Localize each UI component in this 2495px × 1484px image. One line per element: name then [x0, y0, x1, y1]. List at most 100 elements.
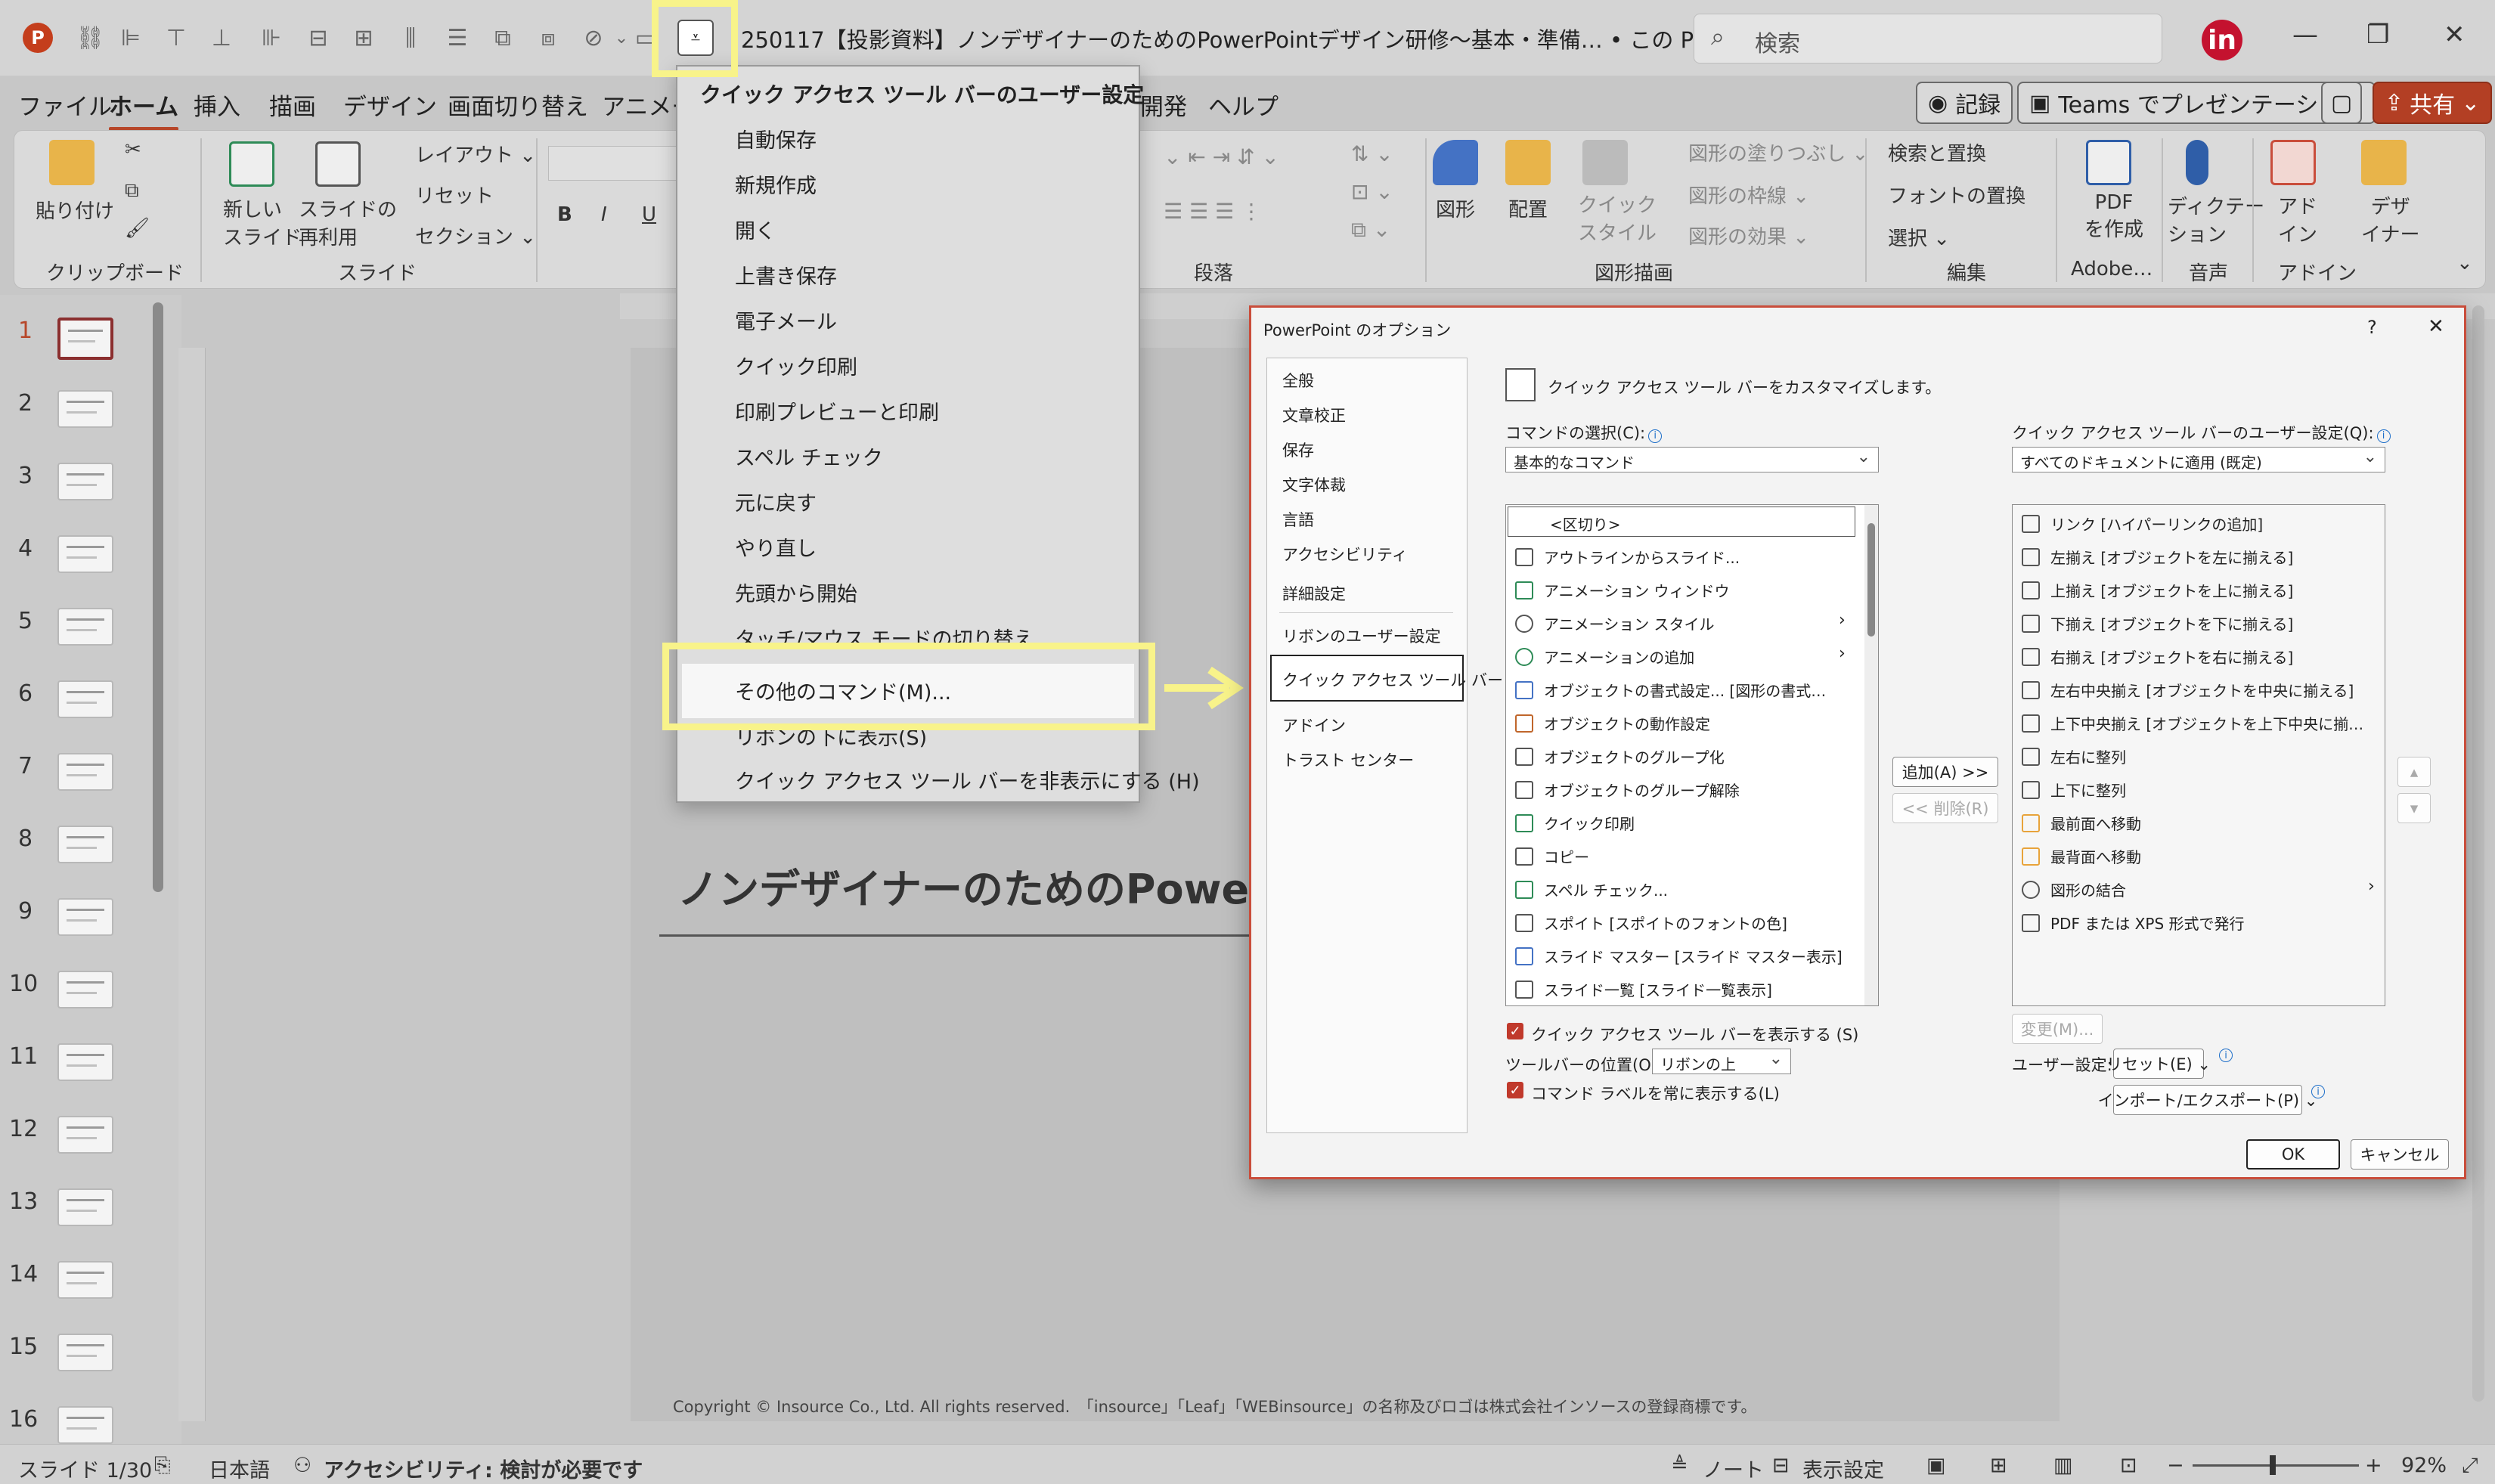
cancel-button[interactable]: キャンセル [2351, 1139, 2449, 1170]
accessibility-icon[interactable]: ⚇ [293, 1454, 311, 1477]
slideshow-icon[interactable]: ⊡ [2120, 1454, 2137, 1477]
shape-fill-button[interactable]: 図形の塗りつぶし ⌄ [1688, 138, 1868, 166]
nav-proofing[interactable]: 文章校正 [1282, 404, 1346, 426]
shape-icon[interactable] [1433, 140, 1478, 185]
show-qat-checkbox[interactable]: ✓ [1507, 1023, 1523, 1039]
list-item[interactable]: アニメーション スタイル [1515, 612, 1715, 634]
qat-align-bottom-icon[interactable]: ⊥ [204, 21, 239, 54]
move-down-button[interactable]: ▾ [2397, 793, 2431, 823]
shape-outline-button[interactable]: 図形の枠線 ⌄ [1688, 181, 1809, 209]
slide-thumbnail[interactable] [57, 1261, 113, 1299]
close-window-icon[interactable]: ✕ [2444, 20, 2466, 50]
list-item[interactable]: スペル チェック... [1515, 878, 1668, 900]
list-item[interactable]: クイック印刷 [1515, 812, 1635, 834]
qat-distribute-h-icon[interactable]: ⫼ [393, 21, 428, 54]
list-item[interactable]: オブジェクトのグループ化 [1515, 745, 1725, 767]
qat-align-right-icon[interactable]: ⊪ [254, 21, 289, 54]
qat-link-icon[interactable]: ⛓ [73, 21, 107, 54]
list-item[interactable]: 最前面へ移動 [2022, 812, 2141, 834]
thumbnails-scrollbar[interactable] [153, 302, 163, 892]
zoom-slider-thumb[interactable] [2270, 1455, 2276, 1475]
slide-thumbnail[interactable] [57, 826, 113, 863]
reuse-slide-icon[interactable] [315, 141, 361, 187]
slide-thumbnail[interactable] [57, 463, 113, 500]
arrange-button[interactable]: 配置 [1508, 194, 1548, 222]
addin-icon[interactable] [2270, 140, 2316, 185]
nav-quick-access-toolbar[interactable]: クイック アクセス ツール バー [1282, 668, 1503, 691]
qat-align-center-icon[interactable]: ⊟ [301, 21, 336, 54]
addin-button[interactable]: アド イン [2278, 191, 2317, 247]
menu-item-print-preview[interactable]: 印刷プレビューと印刷 [735, 396, 939, 426]
display-settings-button[interactable]: 表示設定 [1802, 1454, 1884, 1483]
share-button[interactable]: ⇪ 共有 ⌄ [2373, 82, 2493, 124]
bold-icon[interactable]: B [557, 203, 572, 226]
slide-sorter-icon[interactable]: ⊞ [1990, 1454, 2007, 1477]
slide-thumbnail[interactable] [57, 535, 113, 573]
menu-item-undo[interactable]: 元に戻す [735, 487, 817, 516]
qat-send-back-icon[interactable]: ⧈ [531, 21, 566, 54]
new-slide-button[interactable]: 新しい スライド [223, 194, 302, 250]
slide-thumbnail[interactable] [57, 1188, 113, 1226]
search-box[interactable]: ⌕ 検索 [1694, 14, 2162, 64]
list-item[interactable]: オブジェクトの動作設定 [1515, 712, 1710, 734]
restore-icon[interactable]: ❐ [2366, 20, 2389, 50]
paragraph-align-tools[interactable]: ☰ ☰ ☰ ⋮ [1164, 199, 1262, 224]
menu-item-new[interactable]: 新規作成 [735, 169, 817, 199]
import-export-button[interactable]: インポート/エクスポート(P) ⌄ [2098, 1085, 2317, 1115]
italic-icon[interactable]: I [601, 203, 607, 226]
qat-merge-shapes-icon[interactable]: ⊘ [576, 21, 611, 54]
qat-align-top-icon[interactable]: ⊤ [159, 21, 194, 54]
list-item[interactable]: 左右に整列 [2022, 745, 2126, 767]
list-item[interactable]: 最背面へ移動 [2022, 845, 2141, 867]
list-item[interactable]: オブジェクトの書式設定... [図形の書式… [1515, 679, 1826, 701]
new-slide-icon[interactable] [229, 141, 274, 187]
tab-help[interactable]: ヘルプ [1208, 88, 1278, 122]
menu-item-autosave[interactable]: 自動保存 [735, 124, 817, 153]
pdf-icon[interactable] [2086, 140, 2131, 185]
qat-more-icon[interactable]: ⌄ [611, 21, 632, 54]
tab-developer[interactable]: 開発 [1140, 88, 1187, 122]
list-item[interactable]: スポイト [スポイトのフォントの色] [1515, 912, 1787, 934]
document-title[interactable]: 250117【投影資料】ノンデザイナーのためのPowerPointデザイン研修～… [741, 23, 1851, 54]
menu-item-quick-print[interactable]: クイック印刷 [735, 351, 857, 380]
toolbar-position-select[interactable]: リボンの上 [1652, 1049, 1791, 1074]
select-button[interactable]: 選択 ⌄ [1888, 223, 1950, 251]
nav-trust-center[interactable]: トラスト センター [1282, 748, 1414, 771]
menu-item-hide-qat[interactable]: クイック アクセス ツール バーを非表示にする (H) [735, 765, 1200, 795]
fit-slide-icon[interactable]: ⤢ [2462, 1454, 2478, 1478]
paragraph-tools[interactable]: ⌄ ⇤ ⇥ ⇵ ⌄ [1164, 144, 1279, 169]
avatar[interactable]: in [2202, 20, 2242, 60]
list-item[interactable]: <区切り> [1550, 513, 1621, 534]
ok-button[interactable]: OK [2246, 1139, 2340, 1170]
font-replace-button[interactable]: フォントの置換 [1888, 181, 2025, 209]
font-name-box[interactable] [548, 146, 684, 181]
slide-thumbnail[interactable] [57, 390, 113, 428]
slide-thumbnail[interactable] [57, 1334, 113, 1371]
align-text-icon[interactable]: ⊡ ⌄ [1351, 179, 1393, 204]
nav-typography[interactable]: 文字体裁 [1282, 473, 1346, 496]
list-item[interactable]: 下揃え [オブジェクトを下に揃える] [2022, 612, 2293, 634]
tab-draw[interactable]: 描画 [269, 88, 316, 122]
tab-transitions[interactable]: 画面切り替え [448, 88, 588, 122]
quick-style-button[interactable]: クイック スタイル [1578, 190, 1657, 246]
list-item[interactable]: コピー [1515, 845, 1589, 867]
tab-insert[interactable]: 挿入 [194, 88, 240, 122]
quick-style-icon[interactable] [1582, 140, 1628, 185]
nav-accessibility[interactable]: アクセシビリティ [1282, 543, 1408, 565]
paste-button[interactable]: 貼り付け [36, 196, 114, 224]
qat-align-left-icon[interactable]: ⊫ [113, 21, 148, 54]
language-indicator[interactable]: 日本語 [209, 1454, 270, 1483]
menu-item-email[interactable]: 電子メール [735, 305, 837, 335]
nav-advanced[interactable]: 詳細設定 [1282, 582, 1346, 605]
slide-thumbnail[interactable] [57, 1043, 113, 1081]
tab-file[interactable]: ファイル [18, 88, 112, 122]
nav-customize-ribbon[interactable]: リボンのユーザー設定 [1282, 624, 1441, 647]
cut-icon[interactable]: ✂ [125, 138, 141, 161]
list-item[interactable]: アニメーションの追加 [1515, 646, 1694, 668]
qat-bring-front-icon[interactable]: ⧉ [485, 21, 520, 54]
modify-button[interactable]: 変更(M)... [2012, 1014, 2103, 1044]
slide-thumbnail[interactable] [57, 608, 113, 646]
menu-item-spell-check[interactable]: スペル チェック [735, 441, 883, 471]
shape-effect-button[interactable]: 図形の効果 ⌄ [1688, 222, 1809, 249]
list-item[interactable]: アニメーション ウィンドウ [1515, 579, 1730, 601]
